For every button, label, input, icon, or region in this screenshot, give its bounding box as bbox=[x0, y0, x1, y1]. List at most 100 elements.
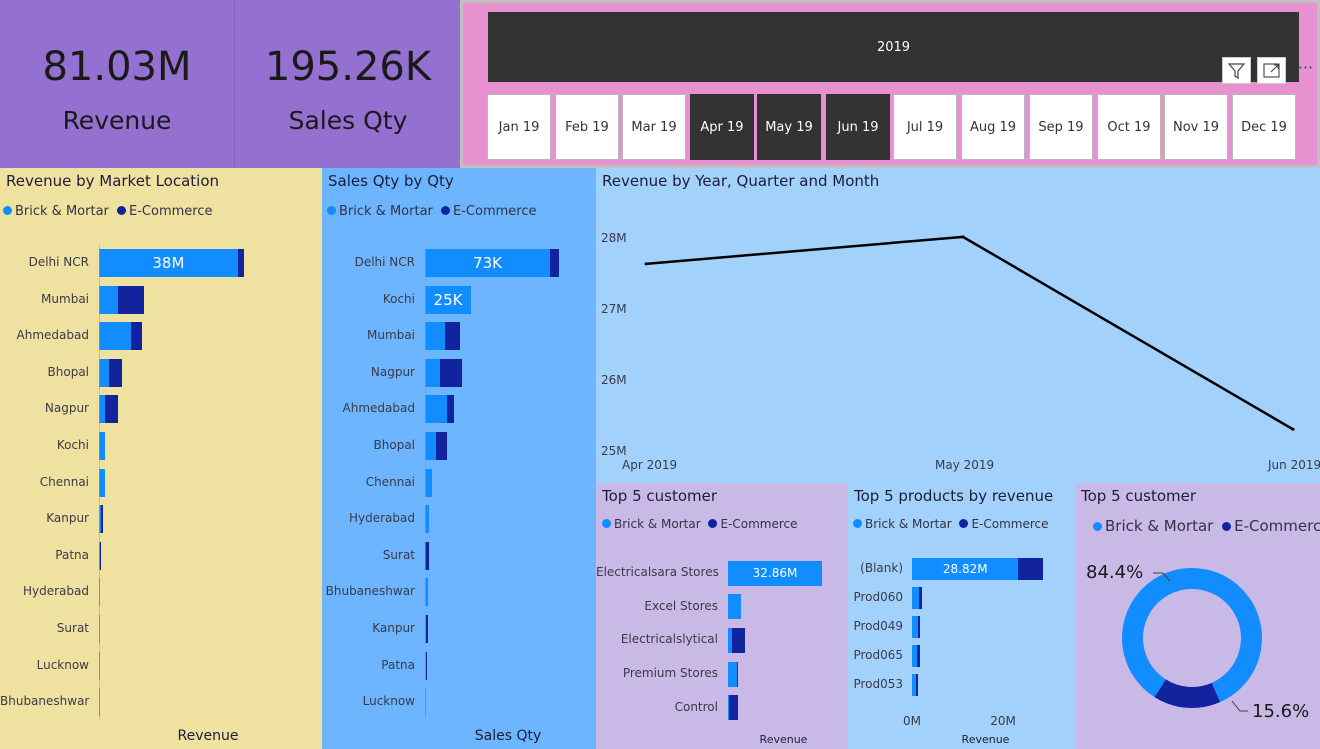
legend-dot-ecom bbox=[441, 206, 451, 215]
chart-title: Top 5 products by revenue bbox=[854, 487, 1054, 505]
legend-ecom-label: E-Commerce bbox=[453, 204, 537, 219]
data-label: 73K bbox=[473, 254, 503, 272]
line-point[interactable] bbox=[644, 262, 648, 266]
bar-brick-mortar[interactable] bbox=[99, 322, 131, 351]
month-button[interactable]: Feb 19 bbox=[555, 94, 619, 160]
bar-e-commerce[interactable] bbox=[915, 674, 919, 696]
legend-brick-label: Brick & Mortar bbox=[339, 204, 433, 219]
more-options-icon[interactable]: ··· bbox=[1291, 57, 1320, 84]
y-tick-label: 28M bbox=[601, 231, 627, 245]
x-axis-title: Revenue bbox=[177, 728, 239, 744]
bar-e-commerce[interactable] bbox=[436, 432, 448, 460]
line-point[interactable] bbox=[1291, 427, 1295, 431]
bar-brick-mortar[interactable] bbox=[425, 432, 437, 460]
bar-brick-mortar[interactable] bbox=[912, 587, 920, 609]
month-button[interactable]: Sep 19 bbox=[1029, 94, 1093, 160]
category-label: Bhopal bbox=[47, 364, 89, 379]
year-slicer-button[interactable]: 2019 bbox=[488, 12, 1299, 82]
month-button[interactable]: Mar 19 bbox=[622, 94, 686, 160]
category-label: Control bbox=[674, 699, 718, 714]
chart-title: Top 5 customer bbox=[602, 487, 718, 505]
month-button[interactable]: Oct 19 bbox=[1097, 94, 1161, 160]
bar-e-commerce[interactable] bbox=[439, 358, 462, 387]
leader-line bbox=[1231, 700, 1248, 712]
bar-e-commerce[interactable] bbox=[108, 358, 122, 387]
focus-mode-icon[interactable] bbox=[1257, 57, 1286, 84]
month-button[interactable]: Jul 19 bbox=[893, 94, 957, 160]
month-button[interactable]: Jan 19 bbox=[487, 94, 551, 160]
kpi-revenue-card: 81.03M Revenue bbox=[0, 0, 234, 168]
category-label: Lucknow bbox=[362, 694, 415, 709]
kpi-sales-qty-label: Sales Qty bbox=[288, 106, 408, 135]
line-point[interactable] bbox=[961, 235, 965, 239]
kpi-revenue-label: Revenue bbox=[62, 106, 172, 135]
month-button[interactable]: Jun 19 bbox=[826, 94, 890, 160]
legend-dot-ecom bbox=[959, 519, 969, 528]
category-label: Surat bbox=[56, 621, 89, 635]
month-button[interactable]: Apr 19 bbox=[690, 94, 754, 160]
bar-e-commerce[interactable] bbox=[105, 395, 118, 424]
bar-brick-mortar[interactable] bbox=[425, 395, 448, 424]
month-button[interactable]: May 19 bbox=[757, 94, 821, 160]
legend-brick-label: Brick & Mortar bbox=[15, 204, 109, 219]
month-button[interactable]: Nov 19 bbox=[1164, 94, 1228, 160]
bar-brick-mortar[interactable] bbox=[99, 358, 109, 387]
bar-e-commerce[interactable] bbox=[550, 249, 560, 277]
bar-e-commerce[interactable] bbox=[425, 615, 428, 643]
donut-value-label: 84.4% bbox=[1086, 562, 1144, 583]
x-tick-label: Apr 2019 bbox=[622, 458, 678, 472]
bar-e-commerce[interactable] bbox=[918, 616, 921, 638]
y-tick-label: 27M bbox=[601, 302, 627, 316]
axis-line bbox=[99, 244, 100, 721]
bar-e-commerce[interactable] bbox=[237, 249, 244, 277]
month-button[interactable]: Dec 19 bbox=[1232, 94, 1296, 160]
bar-e-commerce[interactable] bbox=[445, 322, 460, 351]
category-label: Delhi NCR bbox=[28, 255, 89, 269]
data-label: 32.86M bbox=[752, 565, 798, 580]
chart-legend: Brick & Mortar E-Commerce bbox=[853, 517, 1049, 531]
legend-dot-ecom bbox=[708, 519, 718, 528]
bar-brick-mortar[interactable] bbox=[425, 358, 440, 387]
top5-products-panel: Top 5 products by revenue Brick & Mortar… bbox=[848, 483, 1075, 749]
bar-e-commerce[interactable] bbox=[100, 505, 103, 534]
category-label: Mumbai bbox=[41, 291, 89, 306]
x-tick-label: 0M bbox=[903, 714, 921, 728]
category-label: Prod049 bbox=[853, 619, 903, 633]
category-label: Ahmedabad bbox=[16, 328, 89, 343]
category-label: Patna bbox=[381, 657, 415, 672]
legend-ecom-label: E-Commerce bbox=[129, 204, 213, 219]
bar-brick-mortar[interactable] bbox=[99, 285, 118, 314]
chart-legend: Brick & Mortar E-Commerce bbox=[327, 204, 537, 219]
slice-brick-mortar[interactable] bbox=[1122, 568, 1262, 703]
category-label: Bhubaneshwar bbox=[325, 584, 415, 599]
revenue-line[interactable] bbox=[645, 235, 1294, 431]
chart-title: Sales Qty by Qty bbox=[328, 172, 454, 190]
bar-e-commerce[interactable] bbox=[917, 645, 921, 667]
category-label: Kanpur bbox=[46, 511, 89, 526]
bar-e-commerce[interactable] bbox=[729, 695, 738, 721]
category-label: Nagpur bbox=[370, 364, 415, 379]
bar-e-commerce[interactable] bbox=[447, 395, 455, 424]
x-axis-title: Revenue bbox=[961, 733, 1010, 746]
bar-brick-mortar[interactable] bbox=[425, 468, 433, 497]
x-tick-label: May 2019 bbox=[935, 458, 995, 472]
filter-icon[interactable] bbox=[1222, 57, 1251, 84]
category-label: Bhubaneshwar bbox=[0, 694, 90, 709]
bar-brick-mortar[interactable] bbox=[728, 594, 741, 620]
chart-legend: Brick & Mortar E-Commerce bbox=[602, 517, 798, 531]
bar-e-commerce[interactable] bbox=[736, 661, 738, 687]
bar-e-commerce[interactable] bbox=[117, 285, 145, 314]
bar-brick-mortar[interactable] bbox=[425, 322, 446, 351]
bar-e-commerce[interactable] bbox=[732, 627, 746, 653]
category-label: Prod053 bbox=[853, 677, 903, 691]
bar-brick-mortar[interactable] bbox=[728, 661, 737, 687]
month-button[interactable]: Aug 19 bbox=[961, 94, 1025, 160]
slice-e-commerce[interactable] bbox=[1154, 679, 1221, 708]
bar-e-commerce[interactable] bbox=[1018, 558, 1044, 580]
category-label: Prod065 bbox=[853, 648, 903, 662]
legend-dot-brick bbox=[3, 206, 12, 215]
bar-e-commerce[interactable] bbox=[919, 587, 922, 609]
category-label: Premium Stores bbox=[622, 666, 718, 681]
bar-e-commerce[interactable] bbox=[130, 322, 142, 351]
category-label: Nagpur bbox=[44, 401, 89, 416]
